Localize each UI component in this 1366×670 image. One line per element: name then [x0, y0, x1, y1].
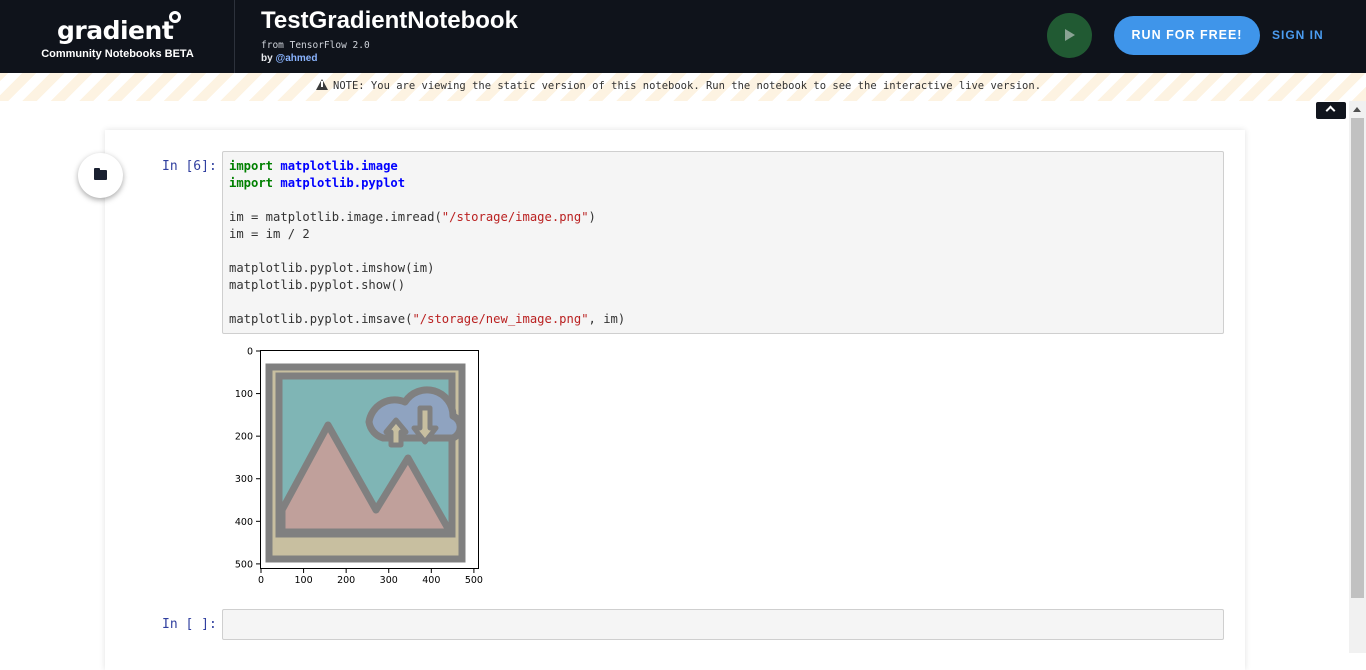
x-tick-label: 300 [380, 575, 398, 586]
gradient-logo[interactable]: gradient Community Notebooks BETA [40, 10, 195, 64]
code-cell[interactable]: import matplotlib.image import matplotlib… [222, 151, 1224, 334]
notebook-title: TestGradientNotebook [261, 7, 518, 34]
y-tick-label: 400 [235, 517, 253, 528]
empty-code-cell[interactable] [222, 609, 1224, 640]
y-tick-label: 500 [235, 559, 253, 570]
y-tick-label: 100 [235, 389, 253, 400]
code-line: matplotlib.pyplot.show() [229, 278, 406, 292]
logo-dot-icon [169, 11, 181, 23]
notebook-author-line: by @ahmed [261, 53, 317, 64]
warning-icon [316, 79, 328, 90]
scrollbar-thumb[interactable] [1351, 118, 1364, 598]
code-line: matplotlib.pyplot.imshow(im) [229, 261, 435, 275]
code-line: im = matplotlib.image.imread("/storage/i… [229, 210, 596, 224]
cell-prompt: In [6]: [162, 159, 217, 174]
author-link[interactable]: @ahmed [275, 53, 317, 64]
y-tick-label: 200 [235, 432, 253, 443]
image-placeholder-picture [265, 363, 466, 563]
x-tick-label: 500 [465, 575, 483, 586]
folder-icon [94, 168, 107, 180]
x-tick-label: 200 [337, 575, 355, 586]
play-icon [1065, 29, 1075, 41]
scroll-to-top-button[interactable] [1316, 102, 1346, 119]
code-block[interactable]: import matplotlib.image import matplotlib… [229, 158, 625, 328]
static-version-notice: NOTE: You are viewing the static version… [0, 73, 1366, 101]
top-bar: gradient Community Notebooks BETA TestGr… [0, 0, 1366, 73]
logo-subtitle: Community Notebooks BETA [41, 48, 194, 60]
x-tick-label: 0 [258, 575, 264, 586]
logo-wordmark: gradient [57, 16, 174, 45]
sign-in-link[interactable]: SIGN IN [1272, 28, 1324, 42]
scroll-arrow-up-icon[interactable] [1353, 107, 1361, 112]
code-line: matplotlib.pyplot.imsave("/storage/new_i… [229, 312, 626, 326]
code-line: import matplotlib.pyplot [229, 176, 406, 190]
cell-prompt: In [ ]: [162, 617, 217, 632]
notebook-source: from TensorFlow 2.0 [261, 40, 370, 51]
x-tick-label: 100 [295, 575, 313, 586]
code-line: import matplotlib.image [229, 159, 398, 173]
notice-text: NOTE: You are viewing the static version… [333, 80, 1042, 92]
y-tick-label: 300 [235, 474, 253, 485]
header-divider [234, 0, 235, 73]
x-tick-label: 400 [422, 575, 440, 586]
run-notebook-button[interactable] [1047, 13, 1092, 58]
page-scrollbar[interactable] [1349, 101, 1366, 653]
file-browser-button[interactable] [78, 153, 123, 198]
y-tick-label: 0 [247, 347, 253, 358]
by-label: by [261, 53, 273, 64]
code-line: im = im / 2 [229, 227, 310, 241]
chevron-up-icon [1325, 105, 1336, 116]
run-for-free-button[interactable]: RUN FOR FREE! [1114, 16, 1260, 55]
output-image-plot: 0 100 200 300 400 500 0 100 200 300 400 500 [235, 347, 483, 587]
